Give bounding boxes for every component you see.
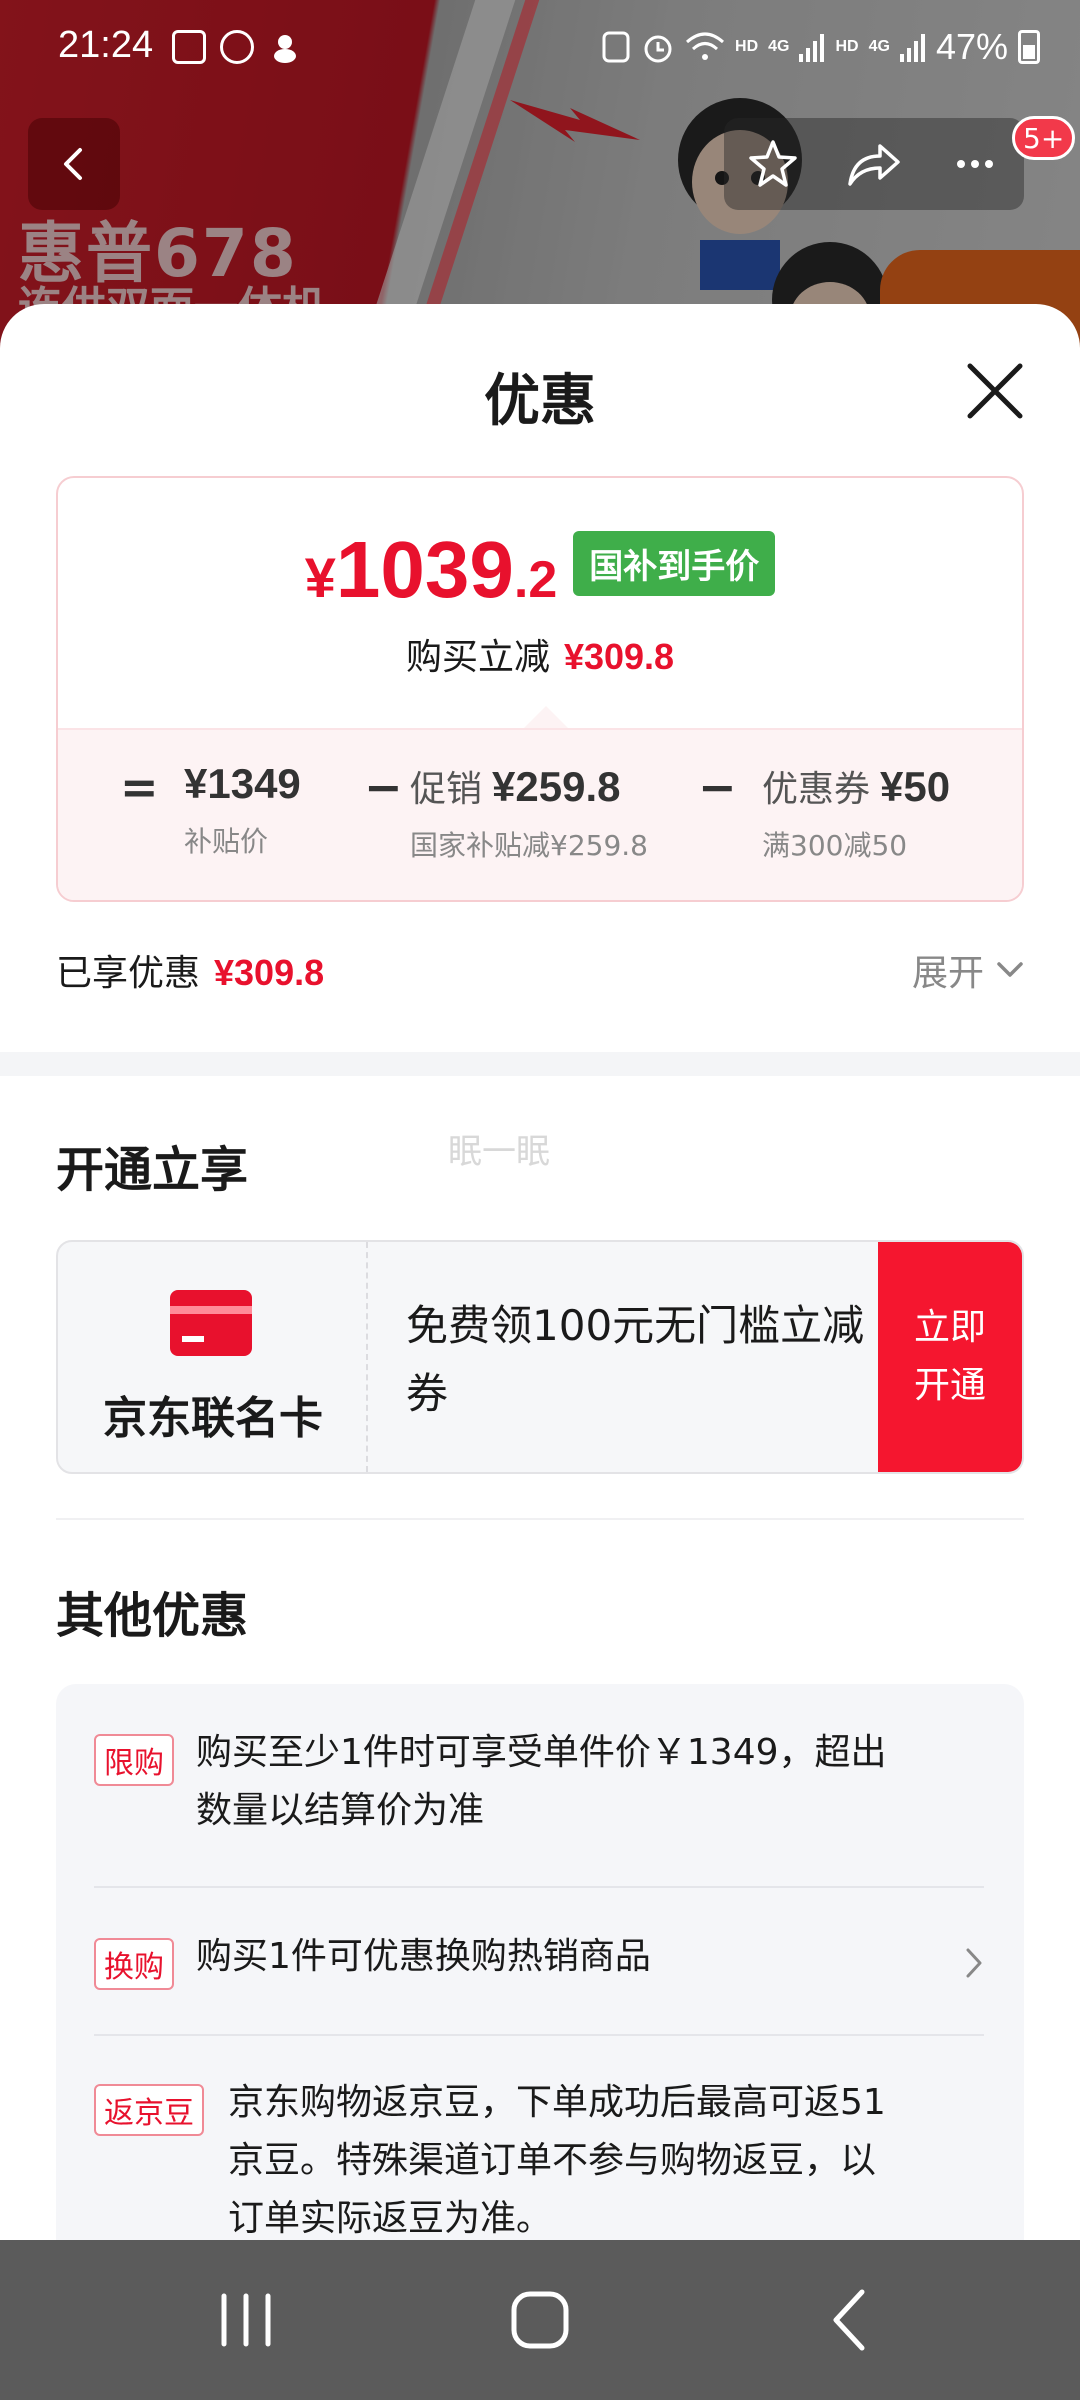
promotion-cell: 促销 ¥259.8 国家补贴减¥259.8 bbox=[410, 760, 648, 864]
promotion-label: 促销 bbox=[410, 768, 483, 809]
offer-tag: 换购 bbox=[94, 1938, 174, 1990]
instant-reduction-label: 购买立减 bbox=[405, 637, 550, 678]
gallery-notification-icon bbox=[172, 30, 206, 64]
offer-item-purchase-limit: 限购 购买至少1件时可享受单件价￥1349，超出数量以结算价为准 bbox=[94, 1730, 984, 1860]
coupon-cell: 优惠券 ¥50 满300减50 bbox=[762, 760, 950, 864]
offer-text: 购买至少1件时可享受单件价￥1349，超出数量以结算价为准 bbox=[196, 1732, 887, 1831]
final-price-value: ¥1039.2 bbox=[305, 530, 558, 610]
open-now-line2: 开通 bbox=[913, 1365, 986, 1406]
offer-text: 京东购物返京豆，下单成功后最高可返51京豆。特殊渠道订单不参与购物返豆，以订单实… bbox=[228, 2082, 886, 2239]
offer-tag: 返京豆 bbox=[94, 2084, 204, 2136]
watermark-text: 眠一眠 bbox=[448, 1132, 550, 1172]
other-section-title: 其他优惠 bbox=[56, 1588, 249, 1644]
enjoyed-discount: 已享优惠 ¥309.8 bbox=[56, 944, 324, 996]
pointer-triangle bbox=[524, 706, 568, 728]
network-type-label: HD bbox=[735, 38, 759, 55]
instant-reduction: 购买立减 ¥309.8 bbox=[58, 628, 1022, 680]
coupon-label: 优惠券 bbox=[762, 768, 871, 809]
share-icon[interactable] bbox=[846, 138, 902, 190]
star-icon[interactable] bbox=[747, 138, 799, 190]
expand-label: 展开 bbox=[911, 953, 984, 994]
alarm-icon bbox=[644, 35, 672, 63]
offer-tag: 限购 bbox=[94, 1734, 174, 1786]
recent-apps-icon[interactable] bbox=[206, 2282, 286, 2358]
signal-icon bbox=[899, 34, 925, 62]
price-summary-card: ¥1039.2 国补到手价 购买立减 ¥309.8 = ¥1349 补贴价 − 促… bbox=[56, 476, 1024, 902]
base-price-value: ¥1349 bbox=[184, 760, 301, 807]
card-offer-description: 免费领100元无门槛立减券 bbox=[406, 1301, 865, 1418]
enjoyed-discount-label: 已享优惠 bbox=[56, 953, 201, 994]
chevron-down-icon bbox=[997, 962, 1023, 977]
co-brand-card-promo[interactable]: 京东联名卡 免费领100元无门槛立减券 立即 开通 bbox=[56, 1240, 1024, 1474]
chevron-left-icon bbox=[64, 148, 82, 180]
open-now-button[interactable]: 立即 开通 bbox=[878, 1242, 1022, 1472]
promotion-amount: 促销 ¥259.8 bbox=[410, 760, 648, 812]
signal-icon bbox=[799, 34, 825, 62]
coupon-amount: 优惠券 ¥50 bbox=[762, 760, 950, 812]
battery-icon bbox=[1018, 30, 1040, 64]
status-time: 21:24 bbox=[58, 24, 154, 66]
status-right: HD 4G HD 4G 47% bbox=[601, 26, 1040, 68]
more-dots-icon[interactable] bbox=[949, 138, 1001, 190]
close-icon[interactable] bbox=[960, 356, 1030, 426]
minus-sign: − bbox=[698, 760, 737, 814]
open-section-title: 开通立享 bbox=[56, 1142, 249, 1198]
subsidy-price-tag: 国补到手价 bbox=[573, 531, 776, 596]
equals-sign: = bbox=[120, 760, 159, 814]
promotion-value: ¥259.8 bbox=[492, 763, 621, 810]
notification-icons bbox=[172, 30, 302, 64]
coupon-value: ¥50 bbox=[880, 763, 951, 810]
open-now-line1: 立即 bbox=[913, 1307, 986, 1348]
back-icon[interactable] bbox=[810, 2282, 890, 2358]
message-count-badge: 5+ bbox=[1012, 116, 1076, 160]
price-integer: 1039 bbox=[335, 525, 514, 614]
app-notification-icon bbox=[274, 35, 296, 63]
recycle-icon bbox=[602, 31, 630, 63]
back-button[interactable] bbox=[28, 118, 120, 210]
final-price: ¥1039.2 国补到手价 bbox=[58, 530, 1022, 610]
section-divider bbox=[0, 1052, 1080, 1076]
chevron-right-icon bbox=[966, 1948, 982, 1978]
signal-type-label: 4G bbox=[768, 38, 790, 55]
price-summary-top: ¥1039.2 国补到手价 购买立减 ¥309.8 bbox=[58, 478, 1022, 728]
credit-card-icon bbox=[170, 1290, 252, 1356]
base-price-label: 补贴价 bbox=[184, 825, 269, 858]
discount-sheet: 优惠 ¥1039.2 国补到手价 购买立减 ¥309.8 = ¥1349 补贴价 … bbox=[0, 304, 1080, 2240]
app-notification-icon bbox=[220, 30, 254, 64]
sheet-title: 优惠 bbox=[484, 369, 596, 434]
base-price-cell: ¥1349 补贴价 bbox=[184, 760, 301, 860]
offer-item-jd-beans: 返京豆 京东购物返京豆，下单成功后最高可返51京豆。特殊渠道订单不参与购物返豆，… bbox=[94, 2080, 984, 2240]
coupon-detail: 满300减50 bbox=[762, 829, 908, 862]
offer-item-exchange[interactable]: 换购 购买1件可优惠换购热销商品 bbox=[94, 1934, 984, 1994]
offer-divider bbox=[94, 1886, 984, 1888]
battery-percent: 47% bbox=[935, 26, 1008, 67]
other-offers-list: 限购 购买至少1件时可享受单件价￥1349，超出数量以结算价为准 换购 购买1件… bbox=[56, 1684, 1024, 2240]
currency-symbol: ¥ bbox=[304, 546, 336, 609]
header-actions bbox=[724, 118, 1024, 210]
minus-sign: − bbox=[364, 760, 403, 814]
expand-button[interactable]: 展开 bbox=[912, 944, 1024, 996]
system-navigation-bar bbox=[0, 2240, 1080, 2400]
signal-type-label: 4G bbox=[868, 38, 890, 55]
offer-text: 购买1件可优惠换购热销商品 bbox=[196, 1936, 651, 1977]
offer-divider bbox=[94, 2034, 984, 2036]
price-breakdown: = ¥1349 补贴价 − 促销 ¥259.8 国家补贴减¥259.8 − 优惠券… bbox=[58, 728, 1022, 900]
enjoyed-discount-value: ¥309.8 bbox=[214, 952, 325, 993]
home-icon[interactable] bbox=[500, 2282, 580, 2358]
instant-reduction-value: ¥309.8 bbox=[563, 636, 675, 677]
price-decimal: .2 bbox=[513, 551, 558, 609]
wifi-icon bbox=[686, 32, 725, 60]
promotion-detail: 国家补贴减¥259.8 bbox=[410, 829, 648, 862]
card-name: 京东联名卡 bbox=[103, 1393, 323, 1444]
card-info: 京东联名卡 bbox=[58, 1242, 368, 1472]
network-type-label: HD bbox=[835, 38, 859, 55]
divider bbox=[56, 1518, 1024, 1520]
status-bar: 21:24 HD 4G HD 4G 47% bbox=[0, 0, 1080, 96]
